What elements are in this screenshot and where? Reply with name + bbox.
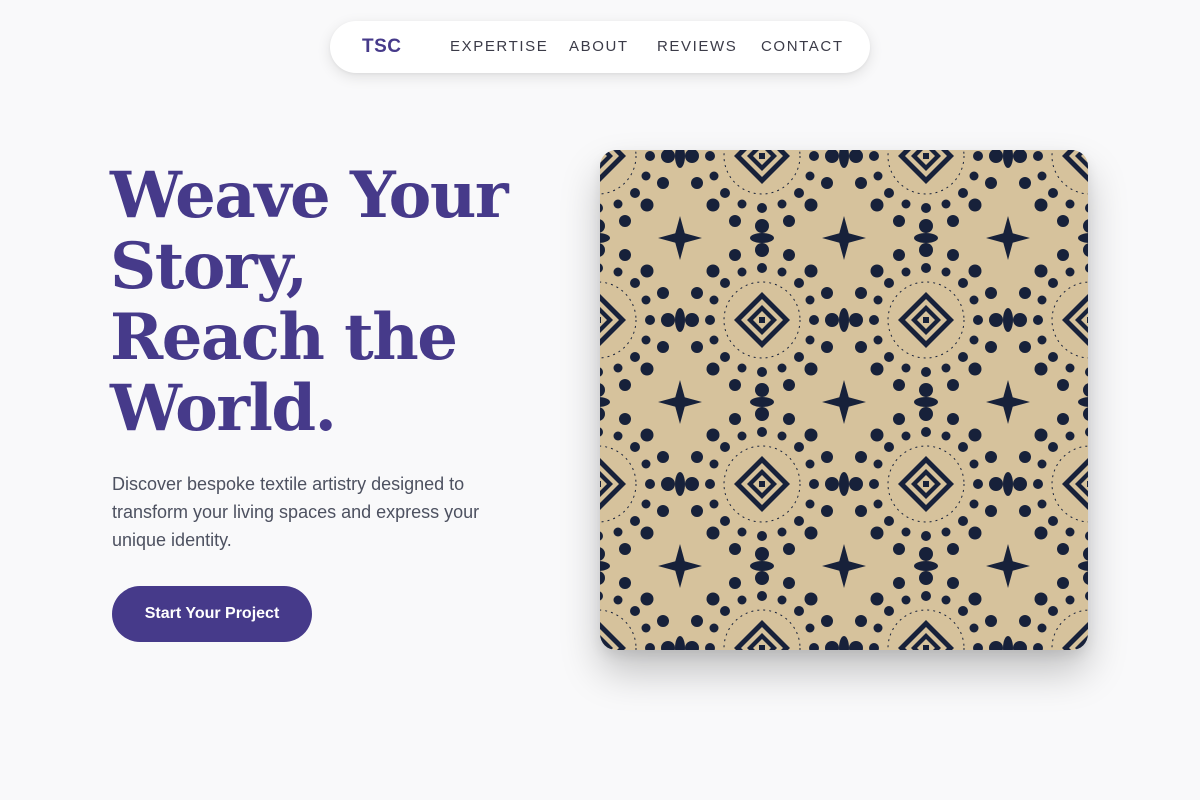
textile-pattern-icon xyxy=(600,150,1088,650)
hero-headline: Weave Your Story, Reach the World. xyxy=(110,160,570,444)
hero-headline-line: Reach the xyxy=(110,300,458,375)
start-project-button[interactable]: Start Your Project xyxy=(112,586,312,642)
logo-link[interactable]: TSC xyxy=(362,36,402,58)
nav-link-expertise[interactable]: EXPERTISE xyxy=(450,38,548,55)
hero-headline-line: Weave Your xyxy=(110,158,509,233)
nav-link-reviews[interactable]: REVIEWS xyxy=(657,38,737,55)
hero-subtext: Discover bespoke textile artistry design… xyxy=(112,474,480,550)
textile-pattern-image xyxy=(600,150,1088,650)
hero-headline-line: World. xyxy=(110,371,337,446)
hero-headline-line: Story, xyxy=(110,229,308,304)
nav-link-contact[interactable]: CONTACT xyxy=(761,38,844,55)
nav-link-about[interactable]: ABOUT xyxy=(569,38,629,55)
top-navigation: TSC EXPERTISE ABOUT REVIEWS CONTACT xyxy=(330,21,870,73)
